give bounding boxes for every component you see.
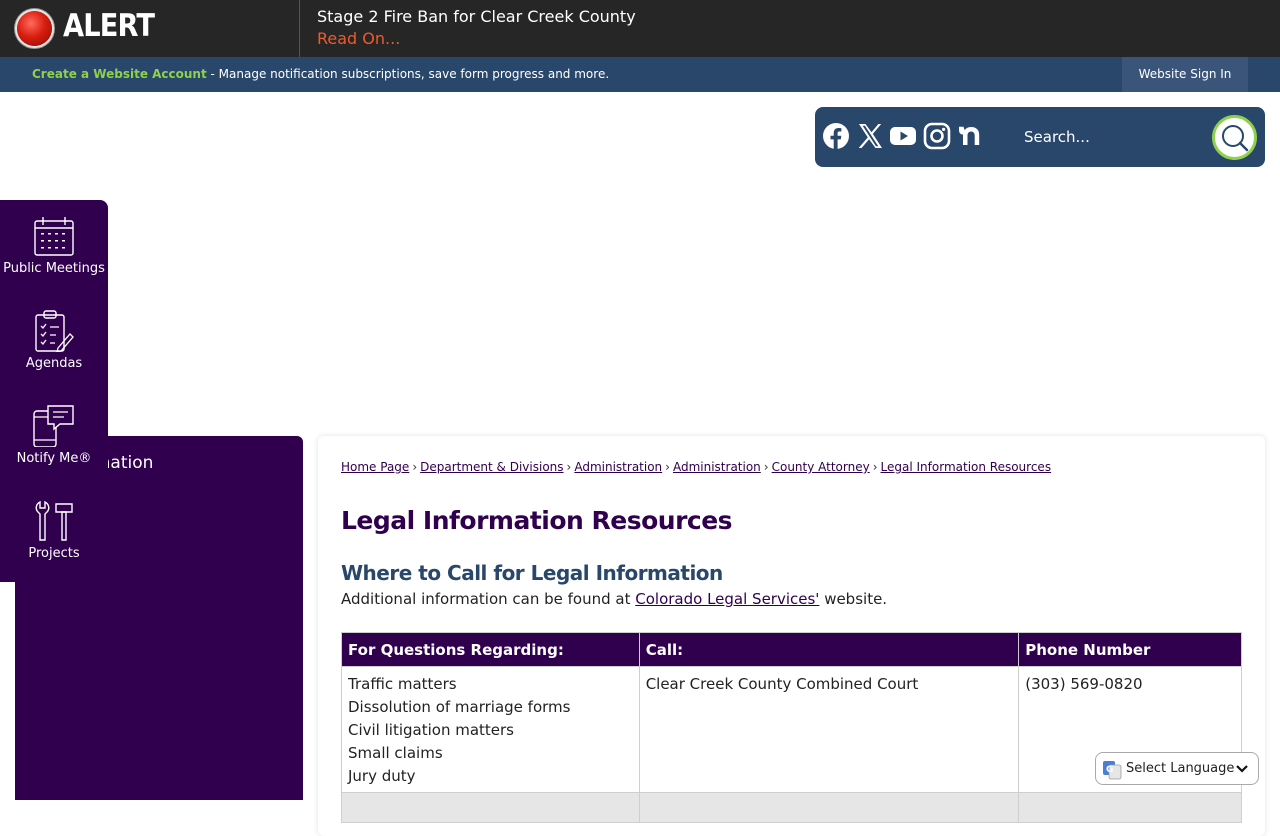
intro-before: Additional information can be found at [341, 590, 636, 608]
topics-cell: Traffic matters Dissolution of marriage … [341, 666, 640, 793]
x-icon[interactable] [856, 122, 884, 150]
header-call: Call: [638, 632, 1020, 667]
instagram-icon[interactable] [923, 122, 951, 150]
alert-bar: ALERT Stage 2 Fire Ban for Clear Creek C… [0, 0, 1280, 57]
table-cell [341, 792, 640, 823]
quick-link-notify-me[interactable]: Notify Me® [0, 405, 108, 466]
alert-beacon-icon [17, 11, 52, 46]
alert-title[interactable]: Stage 2 Fire Ban for Clear Creek County [317, 7, 636, 26]
topic-item: Civil litigation matters [348, 721, 514, 739]
search-input[interactable]: Search... [1024, 128, 1090, 146]
header-questions: For Questions Regarding: [341, 632, 640, 667]
quick-link-label: Projects [28, 546, 80, 561]
breadcrumb-home[interactable]: Home Page [341, 460, 409, 474]
page-title: Legal Information Resources [341, 506, 733, 535]
search-button[interactable] [1212, 115, 1257, 160]
table-row [341, 792, 1242, 823]
breadcrumb-administration[interactable]: Administration [574, 460, 662, 474]
intro-after: website. [819, 590, 888, 608]
account-bar: Create a Website Account - Manage notifi… [0, 57, 1280, 92]
nextdoor-icon[interactable] [957, 122, 985, 150]
section-title: Where to Call for Legal Information [341, 561, 723, 585]
account-description: - Manage notification subscriptions, sav… [206, 67, 610, 81]
chevron-down-icon [1236, 765, 1248, 773]
account-message: Create a Website Account - Manage notifi… [32, 67, 609, 81]
youtube-icon[interactable] [889, 122, 917, 150]
topic-item: Small claims [348, 744, 443, 762]
topic-item: Dissolution of marriage forms [348, 698, 571, 716]
svg-text:G: G [1106, 765, 1113, 775]
breadcrumb-departments[interactable]: Department & Divisions [420, 460, 563, 474]
tools-icon [35, 500, 73, 541]
alert-label-area: ALERT [0, 0, 300, 57]
quick-link-label: Notify Me® [16, 451, 92, 466]
call-cell: Clear Creek County Combined Court [638, 666, 1020, 793]
colorado-legal-services-link[interactable]: Colorado Legal Services' [635, 590, 819, 608]
breadcrumb: Home Page › Department & Divisions › Adminis… [341, 460, 1052, 474]
clipboard-icon [35, 310, 74, 352]
website-sign-in-button[interactable]: Website Sign In [1122, 57, 1248, 92]
alert-label: ALERT [63, 8, 155, 44]
quick-link-public-meetings[interactable]: Public Meetings [0, 215, 108, 276]
header-phone: Phone Number [1018, 632, 1242, 667]
alert-read-on-link[interactable]: Read On... [317, 29, 400, 48]
language-label: Select Language [1126, 761, 1235, 776]
table-header-row: For Questions Regarding: Call: Phone Num… [341, 632, 1242, 667]
facebook-icon[interactable] [822, 122, 850, 150]
quick-link-label: Agendas [25, 356, 83, 371]
quick-link-agendas[interactable]: Agendas [0, 310, 108, 371]
language-selector[interactable]: G Select Language [1095, 752, 1259, 785]
search-icon [1222, 125, 1249, 152]
phone-message-icon [33, 405, 74, 447]
legal-contacts-table: For Questions Regarding: Call: Phone Num… [341, 632, 1242, 823]
breadcrumb-administration-2[interactable]: Administration [673, 460, 761, 474]
quick-link-projects[interactable]: Projects [0, 500, 108, 561]
google-translate-icon: G [1103, 761, 1122, 780]
intro-text: Additional information can be found at C… [341, 590, 887, 608]
topic-item: Traffic matters [348, 675, 457, 693]
quick-link-label: Public Meetings [3, 261, 105, 276]
table-cell [638, 792, 1020, 823]
breadcrumb-county-attorney[interactable]: County Attorney [772, 460, 870, 474]
create-account-link[interactable]: Create a Website Account [32, 67, 207, 81]
breadcrumb-current[interactable]: Legal Information Resources [881, 460, 1052, 474]
table-cell [1018, 792, 1242, 823]
calendar-icon [34, 217, 74, 256]
topic-item: Jury duty [348, 767, 416, 785]
